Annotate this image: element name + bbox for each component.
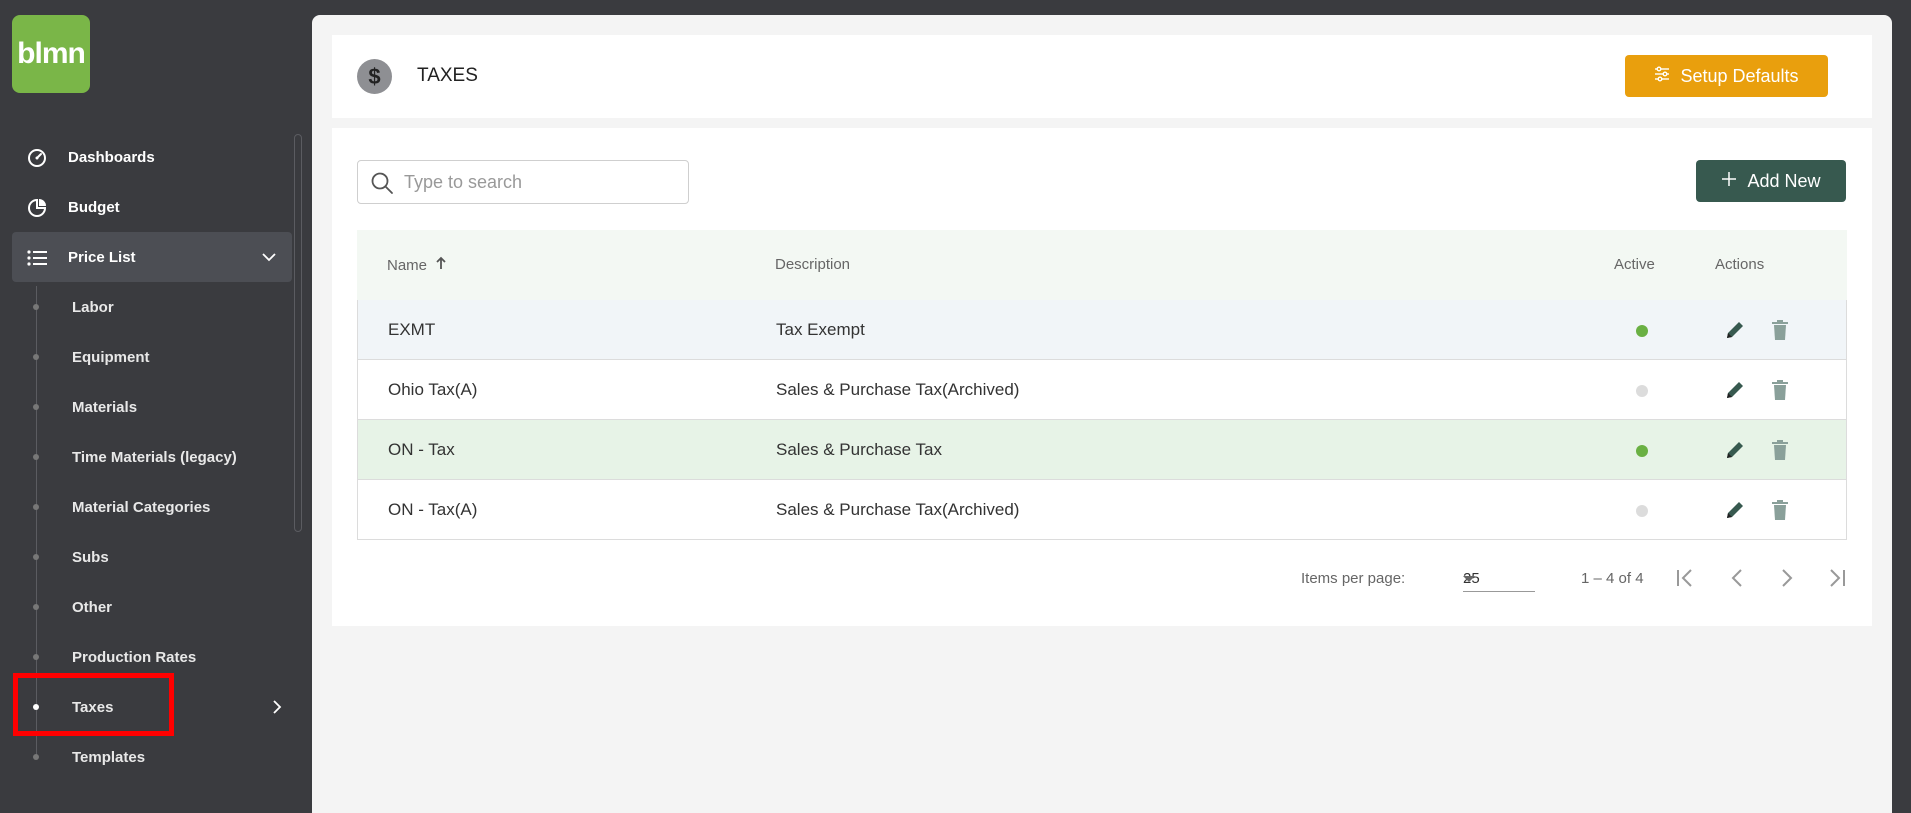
bullet-icon: [33, 754, 39, 760]
tax-name: ON - Tax: [388, 440, 455, 459]
pie-chart-icon: [26, 197, 48, 219]
tax-name: ON - Tax(A): [388, 500, 478, 519]
column-header-description: Description: [775, 256, 851, 273]
sidebar-subitem-other[interactable]: Other: [0, 582, 312, 632]
bullet-icon: [33, 654, 39, 660]
tax-name: Ohio Tax(A): [388, 380, 478, 399]
first-page-icon[interactable]: [1673, 566, 1697, 594]
items-per-page-select[interactable]: 25: [1463, 562, 1535, 592]
chevron-right-icon: [268, 698, 286, 720]
sidebar-item-price-list[interactable]: Price List: [12, 232, 292, 282]
next-page-icon[interactable]: [1775, 566, 1799, 594]
bullet-icon: [33, 454, 39, 460]
sidebar-subitem-materials[interactable]: Materials: [0, 382, 312, 432]
highlight-box: [13, 673, 174, 736]
page-title: TAXES: [417, 65, 478, 86]
subitem-label: Other: [72, 598, 113, 616]
delete-trash-icon[interactable]: [1770, 439, 1790, 466]
table-row[interactable]: ON - Tax Sales & Purchase Tax: [357, 420, 1847, 480]
bullet-icon: [33, 304, 39, 310]
subitem-label: Equipment: [72, 348, 150, 366]
active-status-dot: [1636, 385, 1648, 397]
active-status-dot: [1636, 505, 1648, 517]
caret-down-icon: [1463, 576, 1475, 582]
bullet-icon: [33, 504, 39, 510]
sidebar-item-label: Price List: [68, 248, 136, 266]
delete-trash-icon[interactable]: [1770, 319, 1790, 346]
setup-defaults-button[interactable]: Setup Defaults: [1625, 55, 1828, 97]
sidebar-item-label: Budget: [68, 198, 120, 216]
subitem-label: Labor: [72, 298, 114, 316]
bullet-icon: [33, 554, 39, 560]
sidebar-subitem-material-categories[interactable]: Material Categories: [0, 482, 312, 532]
sidebar-item-dashboards[interactable]: Dashboards: [0, 132, 312, 182]
gauge-icon: [26, 147, 48, 169]
subitem-label: Templates: [72, 748, 146, 766]
edit-pencil-icon[interactable]: [1724, 319, 1746, 346]
sidebar-item-label: Dashboards: [68, 148, 155, 166]
sort-ascending-icon: [435, 256, 447, 274]
table-row[interactable]: ON - Tax(A) Sales & Purchase Tax(Archive…: [357, 480, 1847, 540]
sidebar-item-budget[interactable]: Budget: [0, 182, 312, 232]
main-content: $ TAXES Setup Defaults Add New Name: [312, 15, 1892, 813]
add-new-label: Add New: [1747, 170, 1821, 191]
previous-page-icon[interactable]: [1725, 566, 1749, 594]
tax-description: Sales & Purchase Tax(Archived): [776, 500, 1020, 519]
column-header-label: Name: [387, 256, 428, 274]
subitem-label: Material Categories: [72, 498, 211, 516]
bullet-icon: [33, 404, 39, 410]
subitem-label: Production Rates: [72, 648, 197, 666]
paginator: Items per page: 25 1 – 4 of 4: [357, 558, 1847, 598]
bullet-icon: [33, 604, 39, 610]
sidebar: blmn Dashboards Budget Price List Labor …: [0, 0, 312, 813]
app-logo[interactable]: blmn: [12, 15, 90, 93]
table-row[interactable]: Ohio Tax(A) Sales & Purchase Tax(Archive…: [357, 360, 1847, 420]
table-row[interactable]: EXMT Tax Exempt: [357, 300, 1847, 360]
taxes-table: Name Description Active Actions EXMT Tax…: [357, 230, 1847, 540]
tax-description: Tax Exempt: [776, 320, 865, 339]
dollar-icon: $: [357, 59, 392, 94]
column-header-actions: Actions: [1715, 256, 1765, 273]
sidebar-subitem-equipment[interactable]: Equipment: [0, 332, 312, 382]
plus-icon: [1721, 171, 1737, 192]
sidebar-subitem-time-materials[interactable]: Time Materials (legacy): [0, 432, 312, 482]
column-header-active: Active: [1614, 256, 1655, 273]
column-header-name[interactable]: Name: [387, 256, 447, 274]
sliders-icon: [1654, 66, 1670, 87]
list-icon: [26, 247, 48, 269]
search-icon: [370, 171, 394, 200]
edit-pencil-icon[interactable]: [1724, 379, 1746, 406]
sidebar-subitem-labor[interactable]: Labor: [0, 282, 312, 332]
search-box[interactable]: [357, 160, 689, 204]
tax-description: Sales & Purchase Tax(Archived): [776, 380, 1020, 399]
page-range: 1 – 4 of 4: [1581, 570, 1644, 587]
add-new-button[interactable]: Add New: [1696, 160, 1846, 202]
delete-trash-icon[interactable]: [1770, 499, 1790, 526]
search-input[interactable]: [404, 169, 674, 195]
bullet-icon: [33, 354, 39, 360]
tax-name: EXMT: [388, 320, 436, 339]
sidebar-nav: Dashboards Budget Price List: [0, 132, 312, 282]
active-status-dot: [1636, 445, 1648, 457]
setup-defaults-label: Setup Defaults: [1680, 65, 1799, 86]
page-header: $ TAXES Setup Defaults: [332, 35, 1872, 118]
tax-description: Sales & Purchase Tax: [776, 440, 942, 459]
items-per-page-label: Items per page:: [1301, 570, 1406, 587]
sidebar-subitem-subs[interactable]: Subs: [0, 532, 312, 582]
active-status-dot: [1636, 325, 1648, 337]
delete-trash-icon[interactable]: [1770, 379, 1790, 406]
subitem-label: Materials: [72, 398, 138, 416]
edit-pencil-icon[interactable]: [1724, 499, 1746, 526]
chevron-down-icon: [260, 248, 278, 270]
subitem-label: Subs: [72, 548, 109, 566]
subitem-label: Time Materials (legacy): [72, 448, 237, 466]
last-page-icon[interactable]: [1825, 566, 1849, 594]
table-header: Name Description Active Actions: [357, 230, 1847, 300]
sidebar-subitem-templates[interactable]: Templates: [0, 732, 312, 782]
logo-text: blmn: [17, 37, 86, 70]
edit-pencil-icon[interactable]: [1724, 439, 1746, 466]
taxes-panel: Add New Name Description Active Actions …: [332, 128, 1872, 626]
